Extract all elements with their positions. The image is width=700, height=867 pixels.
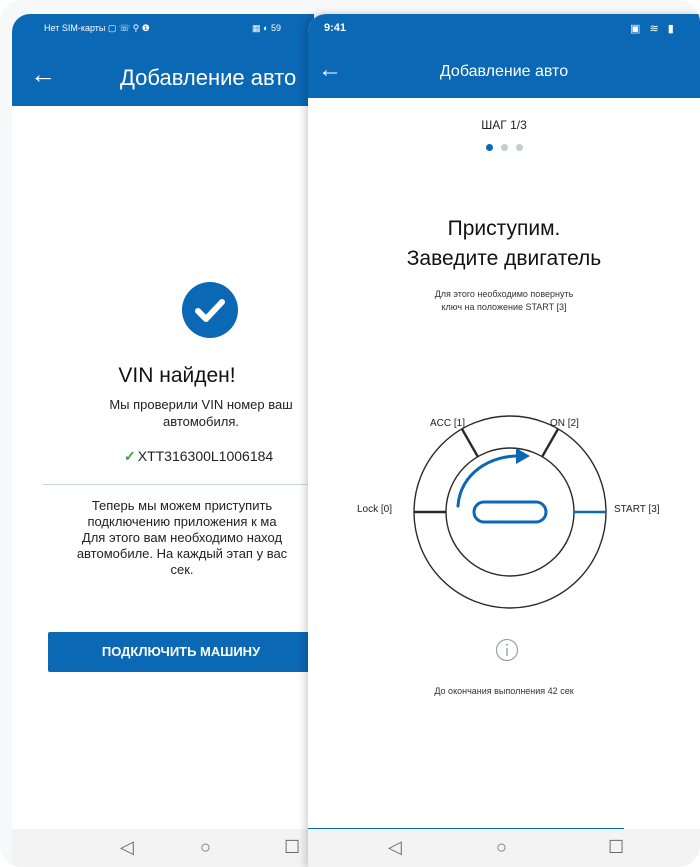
note-line: Для этого необходимо повернуть (434, 289, 574, 299)
info-line: сек. (170, 562, 194, 577)
app-bar: ← Добавление авто (12, 46, 314, 106)
vin-found-heading: VIN найден! (118, 364, 236, 387)
screens-frame: Нет SIM-карты ▢ ☏ ⚲ ❶ ▦ ◐ 59 ← Добавлени… (0, 0, 700, 867)
app-bar: ← Добавление авто (308, 46, 700, 98)
page-title: Добавление авто (120, 65, 297, 90)
check-icon: ✓ (124, 448, 136, 464)
step-note: Для этого необходимо повернуть ключ на п… (308, 288, 700, 314)
phone-start-engine: 9:41 ▣ ≋ ▮ ← Добавление авто ШАГ 1/3 При… (308, 14, 700, 867)
info-line: автомобиле. На каждый этап у вас (76, 546, 288, 561)
ignition-dial: ACC [1] ON [2] Lock [0] START [3] (348, 382, 688, 622)
ignition-key-icon (413, 415, 607, 609)
system-nav-bar: ◁ ○ ☐ (12, 829, 314, 867)
status-right: ▣ ≋ ▮ (630, 23, 677, 35)
vin-desc-line: Мы проверили VIN номер ваш (109, 397, 293, 412)
status-bar: Нет SIM-карты ▢ ☏ ⚲ ❶ ▦ ◐ 59 (12, 14, 314, 46)
status-left: Нет SIM-карты ▢ ☏ ⚲ ❶ (44, 23, 150, 33)
step-content: ШАГ 1/3 Приступим. Заведите двигатель Дл… (308, 98, 700, 867)
position-lock-label: Lock [0] (357, 504, 393, 515)
vin-content: VIN найден! Мы проверили VIN номер ваш а… (12, 106, 314, 867)
nav-recent-icon[interactable]: ☐ (284, 837, 300, 858)
system-nav-bar: ◁ ○ ☐ (308, 829, 700, 867)
connect-info: Теперь мы можем приступить подключению п… (42, 498, 314, 578)
step-indicator: ШАГ 1/3 (481, 118, 527, 132)
phone-vin-found: Нет SIM-карты ▢ ☏ ⚲ ❶ ▦ ◐ 59 ← Добавлени… (12, 14, 314, 867)
vin-number-text: XTT316300L1006184 (137, 448, 274, 464)
nav-home-icon[interactable]: ○ (496, 837, 507, 858)
check-circle-icon (182, 282, 238, 338)
status-time: 9:41 (324, 22, 347, 34)
vin-description: Мы проверили VIN номер ваш автомобиля. (76, 396, 314, 430)
nav-back-icon[interactable]: ◁ (120, 837, 134, 858)
info-line: подключению приложения к ма (87, 514, 277, 529)
step-heading: Приступим. Заведите двигатель (308, 214, 700, 274)
info-icon[interactable] (495, 638, 519, 662)
nav-back-icon[interactable]: ◁ (388, 837, 402, 858)
note-line: ключ на положение START [3] (441, 302, 567, 312)
connect-car-button[interactable]: ПОДКЛЮЧИТЬ МАШИНУ (48, 632, 314, 672)
back-arrow-icon[interactable]: ← (30, 60, 56, 88)
position-start-label: START [3] (614, 504, 660, 515)
step-dot-active (486, 144, 493, 151)
status-bar: 9:41 ▣ ≋ ▮ (308, 14, 700, 46)
info-line: Для этого вам необходимо наход (81, 530, 283, 545)
nav-recent-icon[interactable]: ☐ (608, 837, 624, 858)
timer-text: До окончания выполнения 42 сек (434, 686, 574, 696)
heading-line: Приступим. (447, 217, 561, 240)
page-title: Добавление авто (439, 63, 569, 80)
status-right: ▦ ◐ 59 (252, 23, 281, 33)
divider (43, 484, 314, 485)
info-line: Теперь мы можем приступить (91, 498, 273, 513)
position-acc-label: ACC [1] (430, 418, 466, 429)
heading-line: Заведите двигатель (406, 247, 602, 270)
vin-number: ✓ XTT316300L1006184 (124, 448, 273, 465)
check-glyph-icon (195, 299, 225, 322)
position-on-label: ON [2] (550, 418, 579, 429)
vin-desc-line: автомобиля. (162, 414, 239, 429)
step-dot (516, 144, 523, 151)
step-dot (501, 144, 508, 151)
nav-home-icon[interactable]: ○ (200, 837, 211, 858)
